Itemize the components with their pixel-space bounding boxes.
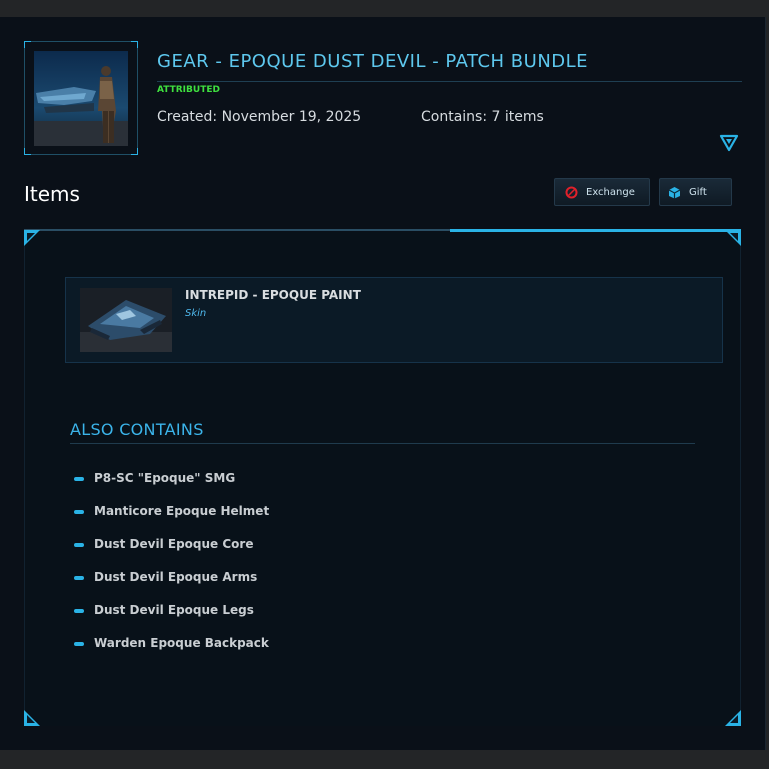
corner-decoration: [725, 230, 741, 246]
list-item-label: Warden Epoque Backpack: [94, 636, 269, 650]
list-item: Warden Epoque Backpack: [74, 636, 269, 669]
list-item: Manticore Epoque Helmet: [74, 504, 269, 537]
gift-icon: [668, 186, 681, 198]
corner-decoration: [24, 710, 40, 726]
triangle-down-icon[interactable]: [719, 134, 739, 152]
list-item-label: Dust Devil Epoque Arms: [94, 570, 258, 584]
item-thumbnail: [80, 288, 172, 352]
bullet-icon: [74, 576, 84, 580]
title-divider: [157, 81, 742, 82]
also-contains-heading: ALSO CONTAINS: [70, 420, 204, 439]
list-item-label: Manticore Epoque Helmet: [94, 504, 270, 518]
bullet-icon: [74, 642, 84, 646]
list-item-label: Dust Devil Epoque Core: [94, 537, 254, 551]
list-item: Dust Devil Epoque Arms: [74, 570, 269, 603]
item-type: Skin: [185, 308, 207, 319]
featured-item-card[interactable]: INTREPID - EPOQUE PAINT Skin: [65, 277, 723, 363]
also-contains-list: P8-SC "Epoque" SMG Manticore Epoque Helm…: [74, 471, 269, 669]
bottom-bar: [0, 750, 769, 769]
bundle-title: GEAR - EPOQUE DUST DEVIL - PATCH BUNDLE: [157, 51, 589, 72]
list-item: Dust Devil Epoque Legs: [74, 603, 269, 636]
status-badge: ATTRIBUTED: [157, 85, 220, 95]
bundle-thumbnail: [34, 51, 128, 146]
bullet-icon: [74, 510, 84, 514]
items-heading: Items: [24, 182, 80, 206]
list-item-label: Dust Devil Epoque Legs: [94, 603, 254, 617]
exchange-button[interactable]: Exchange: [554, 178, 650, 206]
item-count: Contains: 7 items: [421, 109, 544, 125]
bundle-thumbnail-frame: [24, 41, 138, 155]
gift-button[interactable]: Gift: [659, 178, 732, 206]
top-bar: [0, 0, 769, 17]
exchange-icon: [565, 186, 578, 198]
corner-decoration: [725, 710, 741, 726]
exchange-label: Exchange: [586, 186, 635, 198]
bullet-icon: [74, 609, 84, 613]
gift-label: Gift: [689, 186, 707, 198]
item-name: INTREPID - EPOQUE PAINT: [185, 288, 361, 302]
list-item: P8-SC "Epoque" SMG: [74, 471, 269, 504]
list-item: Dust Devil Epoque Core: [74, 537, 269, 570]
list-item-label: P8-SC "Epoque" SMG: [94, 471, 236, 485]
bullet-icon: [74, 543, 84, 547]
corner-decoration: [24, 230, 40, 246]
also-contains-divider: [70, 443, 695, 444]
created-date: Created: November 19, 2025: [157, 109, 362, 125]
bullet-icon: [74, 477, 84, 481]
